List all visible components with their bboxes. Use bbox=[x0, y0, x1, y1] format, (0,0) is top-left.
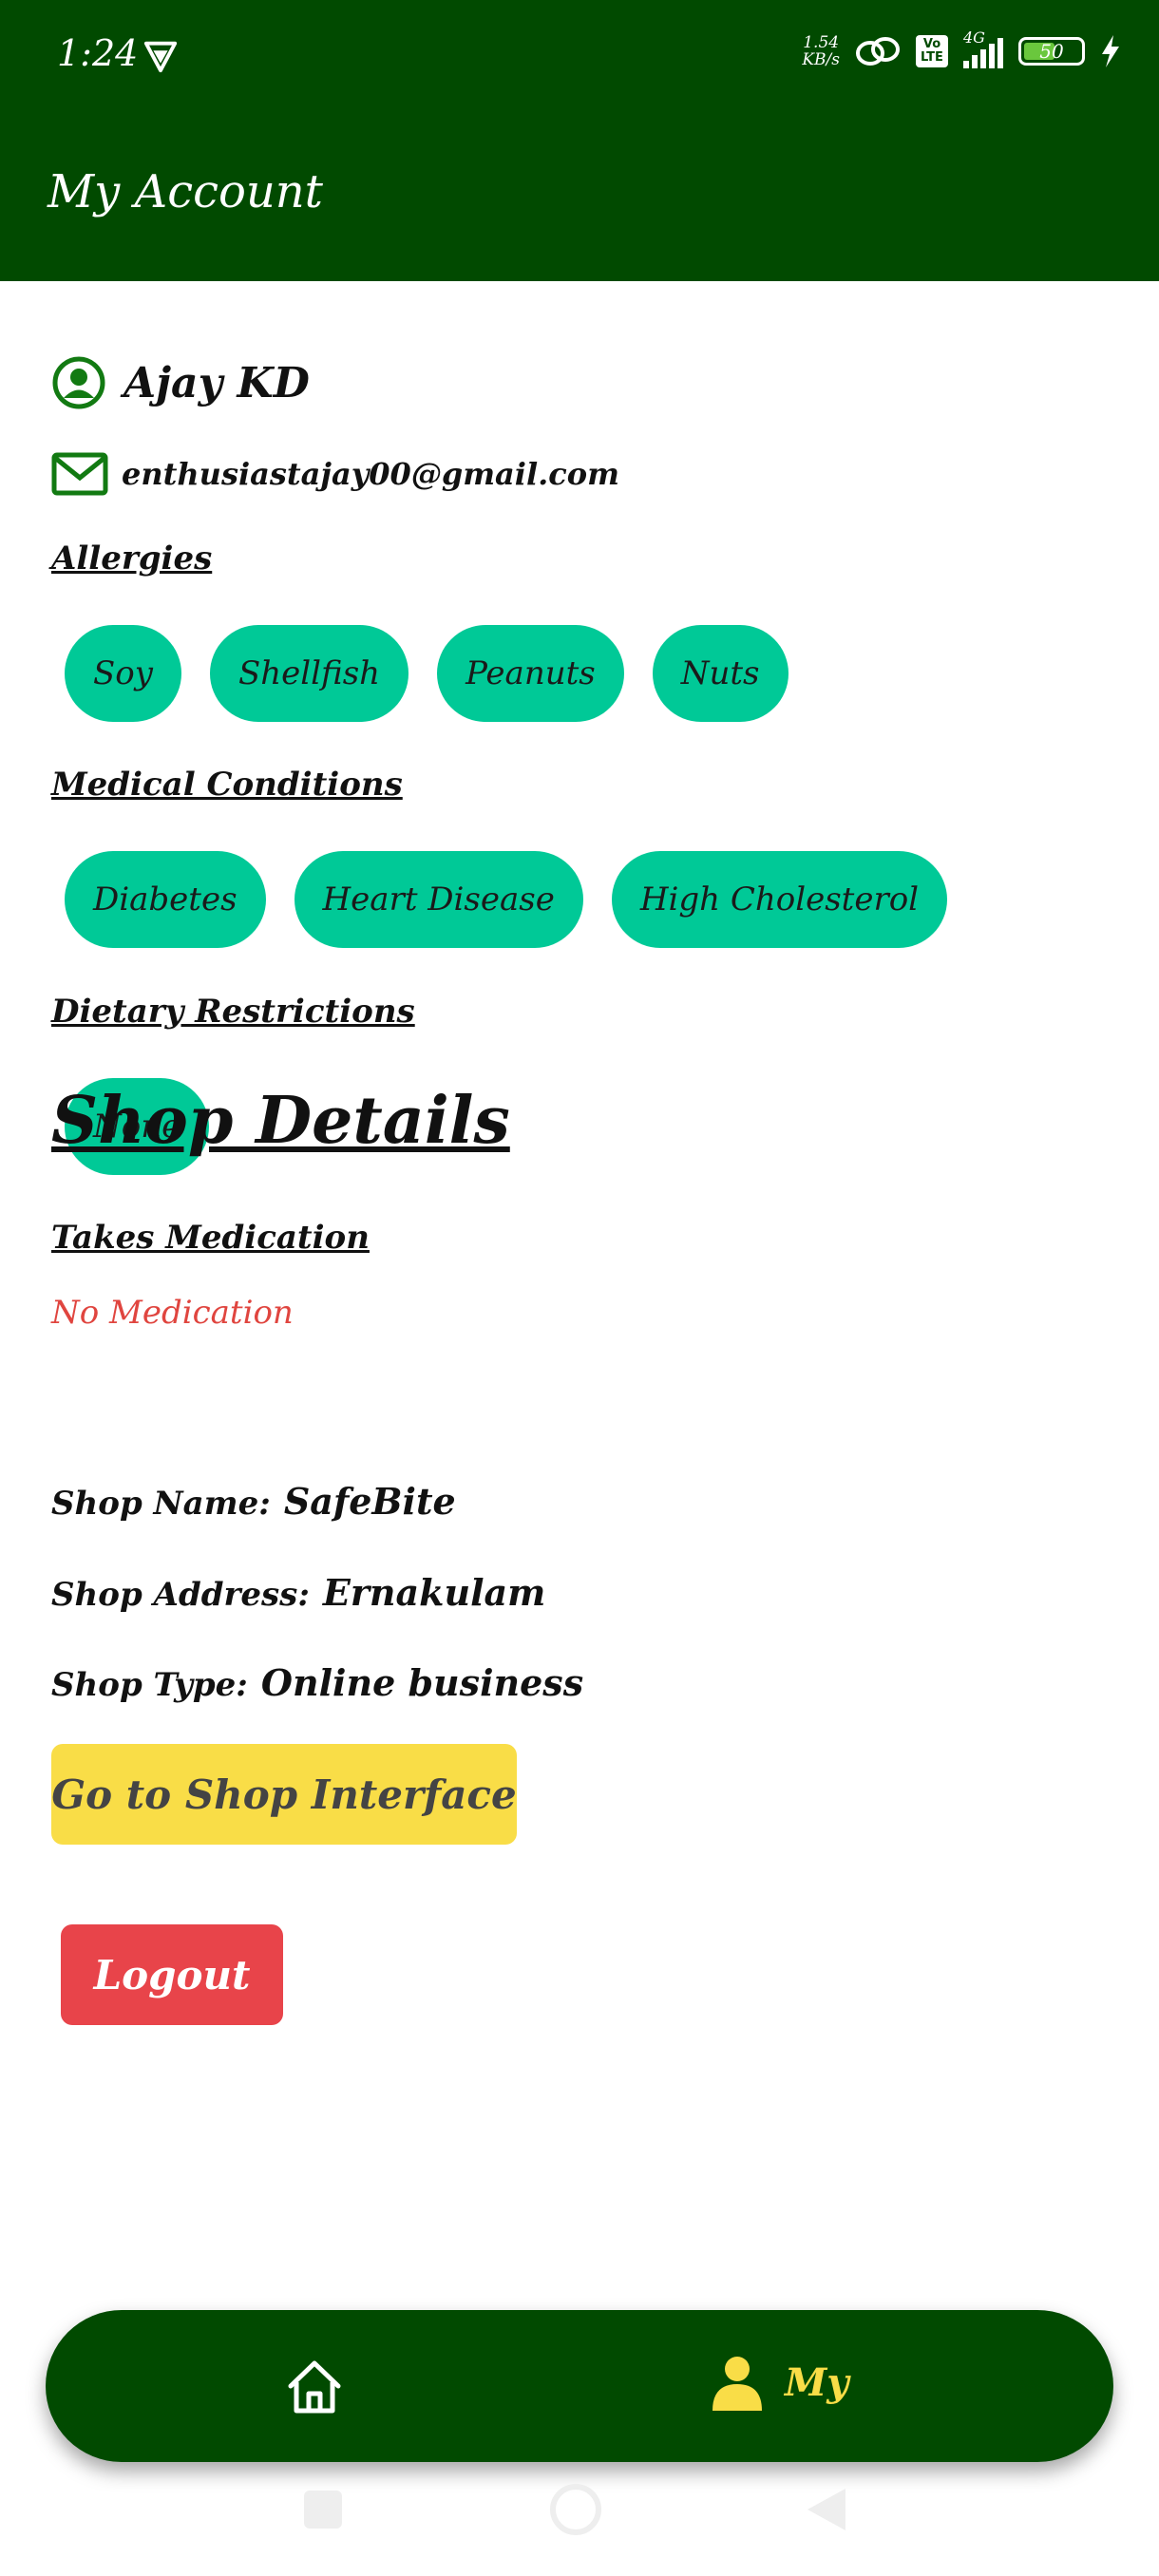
battery-icon: 50 bbox=[1018, 37, 1085, 66]
shop-name-value: SafeBite bbox=[283, 1480, 456, 1523]
allergy-chip[interactable]: Nuts bbox=[652, 625, 788, 722]
nav-item-my[interactable]: My bbox=[711, 2354, 849, 2411]
condition-chip[interactable]: Diabetes bbox=[65, 851, 266, 948]
home-system-icon[interactable] bbox=[550, 2484, 601, 2535]
vpn-icon bbox=[143, 41, 178, 73]
back-icon[interactable] bbox=[808, 2489, 846, 2530]
page-title: My Account bbox=[48, 165, 323, 218]
profile-email-row: enthusiastajay00@gmail.com bbox=[51, 452, 619, 496]
go-to-shop-interface-button[interactable]: Go to Shop Interface bbox=[51, 1744, 517, 1845]
bottom-nav: My bbox=[46, 2310, 1113, 2462]
medication-value: No Medication bbox=[51, 1294, 294, 1332]
recent-apps-icon[interactable] bbox=[304, 2491, 342, 2529]
person-icon bbox=[712, 2357, 762, 2411]
allergy-chip[interactable]: Peanuts bbox=[437, 625, 624, 722]
allergies-chips: Soy Shellfish Peanuts Nuts bbox=[65, 625, 788, 722]
shop-type-row: Shop Type: Online business bbox=[51, 1661, 583, 1704]
network-speed: 1.54 KB/s bbox=[802, 33, 840, 69]
shop-address-row: Shop Address: Ernakulam bbox=[51, 1571, 545, 1614]
shop-address-label: Shop Address: bbox=[51, 1576, 310, 1614]
allergy-chip[interactable]: Soy bbox=[65, 625, 181, 722]
medical-conditions-chips: Diabetes Heart Disease High Cholesterol bbox=[65, 851, 948, 948]
nav-my-label: My bbox=[785, 2359, 849, 2405]
status-icons: 1.54 KB/s Vo LTE 4G 50 bbox=[802, 28, 1121, 69]
signal-icon: 4G bbox=[963, 28, 1003, 68]
volte-icon: Vo LTE bbox=[916, 35, 948, 67]
shop-details-heading: Shop Details bbox=[51, 1083, 510, 1159]
shop-name-label: Shop Name: bbox=[51, 1485, 271, 1523]
dietary-restrictions-label: Dietary Restrictions bbox=[51, 993, 415, 1031]
app-header: 1:24 1.54 KB/s Vo LTE 4G 50 My Account bbox=[0, 0, 1159, 281]
condition-chip[interactable]: Heart Disease bbox=[294, 851, 583, 948]
shop-type-label: Shop Type: bbox=[51, 1666, 248, 1704]
mail-icon bbox=[51, 452, 108, 496]
user-name: Ajay KD bbox=[124, 358, 310, 407]
network-type: 4G bbox=[963, 28, 985, 47]
profile-name-row: Ajay KD bbox=[51, 355, 310, 410]
shop-type-value: Online business bbox=[260, 1661, 584, 1704]
condition-chip[interactable]: High Cholesterol bbox=[611, 851, 948, 948]
allergy-chip[interactable]: Shellfish bbox=[209, 625, 409, 722]
shop-address-value: Ernakulam bbox=[322, 1571, 546, 1614]
system-nav-bar bbox=[304, 2484, 846, 2535]
home-icon[interactable] bbox=[283, 2356, 346, 2418]
charging-icon bbox=[1102, 35, 1119, 67]
logout-button[interactable]: Logout bbox=[61, 1924, 283, 2025]
hotspot-icon bbox=[856, 37, 900, 66]
user-email: enthusiastajay00@gmail.com bbox=[122, 456, 619, 492]
user-circle-icon bbox=[52, 356, 105, 409]
status-time: 1:24 bbox=[57, 32, 139, 74]
medical-conditions-label: Medical Conditions bbox=[51, 766, 403, 804]
allergies-label: Allergies bbox=[51, 540, 213, 578]
medication-label: Takes Medication bbox=[51, 1219, 370, 1257]
shop-name-row: Shop Name: SafeBite bbox=[51, 1480, 456, 1523]
